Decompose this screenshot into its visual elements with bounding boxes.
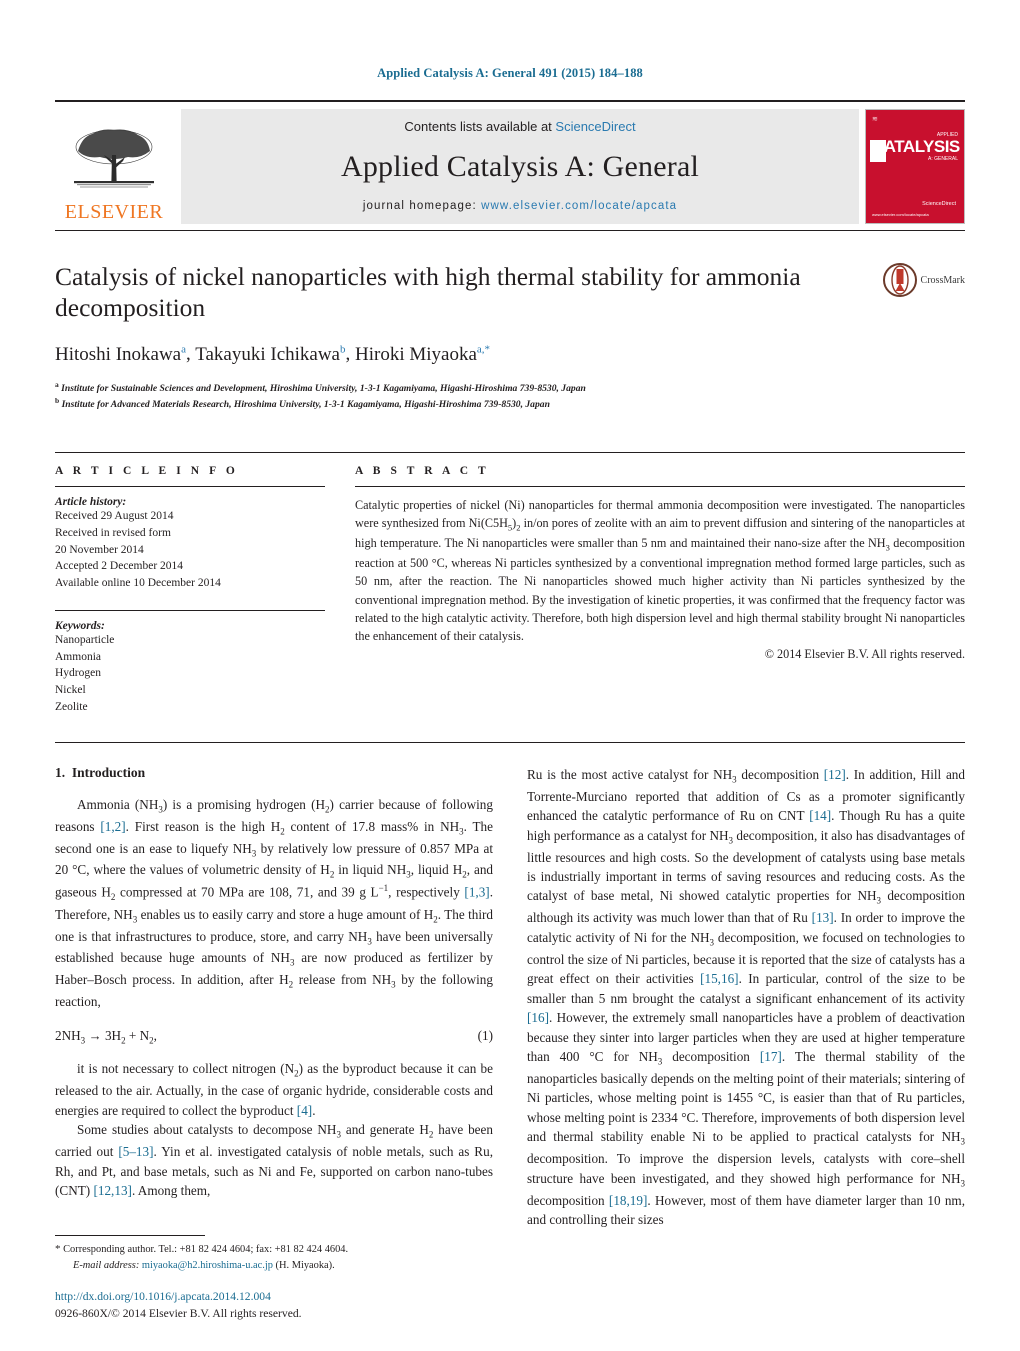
email-suffix: (H. Miyaoka). — [272, 1259, 335, 1271]
body-columns: 1. Introduction Ammonia (NH3) is a promi… — [55, 765, 965, 1230]
email-link[interactable]: miyaoka@h2.hiroshima-u.ac.jp — [142, 1260, 273, 1271]
email-label: E-mail address: — [73, 1259, 140, 1271]
keyword-item: Nickel — [55, 684, 86, 697]
issn-copyright: 0926-860X/© 2014 Elsevier B.V. All right… — [55, 1307, 302, 1321]
keyword-item: Hydrogen — [55, 667, 101, 680]
elsevier-logo: ELSEVIER — [55, 109, 173, 224]
affiliations: a Institute for Sustainable Sciences and… — [55, 380, 827, 412]
keyword-item: Nanoparticle — [55, 633, 115, 646]
journal-band: Contents lists available at ScienceDirec… — [181, 109, 859, 224]
body-top-rule — [55, 741, 965, 743]
history-item: 20 November 2014 — [55, 543, 144, 556]
author-list: Hitoshi Inokawaa, Takayuki Ichikawab, Hi… — [55, 343, 827, 366]
cover-footer-url: www.elsevier.com/locate/apcata — [872, 212, 929, 217]
paper-page: Applied Catalysis A: General 491 (2015) … — [0, 0, 1020, 1351]
crossmark-label: CrossMark — [920, 274, 965, 286]
affiliation-a: a Institute for Sustainable Sciences and… — [55, 380, 586, 395]
author-2: Takayuki Ichikawab — [195, 343, 346, 365]
cover-sub-label: A: GENERAL — [927, 156, 958, 162]
article-info-column: A R T I C L E I N F O Article history: R… — [55, 453, 345, 716]
history-item: Received 29 August 2014 — [55, 509, 174, 522]
author-3: Hiroki Miyaokaa,* — [355, 343, 491, 365]
affiliation-b: b Institute for Advanced Materials Resea… — [55, 396, 550, 411]
equation-number: (1) — [477, 1027, 493, 1043]
journal-homepage-line: journal homepage: www.elsevier.com/locat… — [363, 200, 677, 212]
corresponding-author-note: * Corresponding author. Tel.: +81 82 424… — [55, 1242, 499, 1258]
crossmark-icon[interactable] — [882, 263, 917, 297]
journal-masthead: ELSEVIER Contents lists available at Sci… — [55, 100, 965, 224]
contents-prefix: Contents lists available at — [404, 119, 556, 134]
section-heading-introduction: 1. Introduction — [55, 765, 493, 781]
info-abstract-section: A R T I C L E I N F O Article history: R… — [55, 451, 965, 716]
corresponding-text: Corresponding author. Tel.: +81 82 424 4… — [63, 1243, 349, 1255]
section-title: Introduction — [71, 764, 146, 780]
keywords-label: Keywords: — [55, 619, 105, 632]
author-1: Hitoshi Inokawaa — [55, 343, 187, 365]
elsevier-wordmark: ELSEVIER — [64, 201, 164, 223]
page-title: Catalysis of nickel nanoparticles with h… — [55, 262, 801, 323]
article-history-label: Article history: — [55, 495, 127, 508]
homepage-label: journal homepage: — [362, 200, 482, 212]
author-sep-1: , — [186, 343, 196, 365]
history-item: Accepted 2 December 2014 — [55, 560, 184, 573]
email-note: E-mail address: miyaoka@h2.hiroshima-u.a… — [55, 1258, 499, 1273]
section-number: 1. — [55, 764, 66, 780]
equation-1: 2NH3 → 3H2 + N2, (1) — [55, 1028, 493, 1046]
crossmark-badge-container[interactable]: CrossMark — [845, 261, 965, 412]
cover-elsevier-mark: ≋ — [872, 115, 878, 123]
keywords-rule — [55, 609, 325, 611]
doi-area: http://dx.doi.org/10.1016/j.apcata.2014.… — [55, 1289, 555, 1323]
paragraph: Ammonia (NH3) is a promising hydrogen (H… — [55, 796, 494, 1010]
masthead-bottom-rule — [55, 230, 965, 231]
paragraph: Ru is the most active catalyst for NH3 d… — [527, 766, 966, 1228]
author-sep-2: , — [345, 343, 355, 365]
elsevier-tree-icon — [74, 129, 154, 188]
article-info-rule — [55, 485, 325, 487]
footnote-area: * Corresponding author. Tel.: +81 82 424… — [55, 1234, 499, 1273]
author-3-affil-marker: a, — [476, 343, 485, 356]
keyword-item: Ammonia — [55, 650, 101, 663]
sciencedirect-link[interactable]: ScienceDirect — [555, 119, 635, 134]
paragraph: it is not necessary to collect nitrogen … — [55, 1061, 493, 1118]
journal-title: Applied Catalysis A: General — [340, 150, 700, 183]
body-left-column: 1. Introduction Ammonia (NH3) is a promi… — [55, 765, 493, 1230]
body-right-column: Ru is the most active catalyst for NH3 d… — [527, 765, 965, 1230]
affiliation-b-marker: b — [55, 396, 60, 406]
homepage-url-link[interactable]: www.elsevier.com/locate/apcata — [481, 200, 677, 212]
journal-cover-thumbnail: ≋ APPLIED CATALYSIS A: GENERAL ScienceDi… — [865, 109, 965, 224]
abstract-copyright: © 2014 Elsevier B.V. All rights reserved… — [764, 647, 965, 662]
history-item: Received in revised form — [55, 526, 171, 539]
doi-link[interactable]: http://dx.doi.org/10.1016/j.apcata.2014.… — [55, 1289, 555, 1306]
cover-title: CATALYSIS — [872, 137, 960, 156]
article-info-heading: A R T I C L E I N F O — [55, 464, 239, 477]
contents-available-line: Contents lists available at ScienceDirec… — [404, 119, 635, 134]
paragraph: Some studies about catalysts to decompos… — [55, 1122, 493, 1199]
corresponding-author-marker: * — [484, 343, 491, 356]
title-block: Catalysis of nickel nanoparticles with h… — [55, 261, 965, 412]
corresponding-star: * — [55, 1242, 61, 1255]
history-item: Available online 10 December 2014 — [55, 577, 221, 590]
equation-text: 2NH3 → 3H2 + N2, — [55, 1027, 157, 1046]
running-head: Applied Catalysis A: General 491 (2015) … — [377, 66, 643, 80]
footnote-rule — [55, 1234, 205, 1236]
keyword-item: Zeolite — [55, 700, 88, 713]
cover-footer-text: ScienceDirect — [922, 201, 956, 208]
affiliation-a-marker: a — [55, 380, 59, 390]
abstract-rule — [355, 485, 965, 487]
abstract-text: Catalytic properties of nickel (Ni) nano… — [355, 497, 965, 643]
abstract-heading: A B S T R A C T — [355, 464, 490, 477]
abstract-column: A B S T R A C T Catalytic properties of … — [345, 453, 965, 716]
